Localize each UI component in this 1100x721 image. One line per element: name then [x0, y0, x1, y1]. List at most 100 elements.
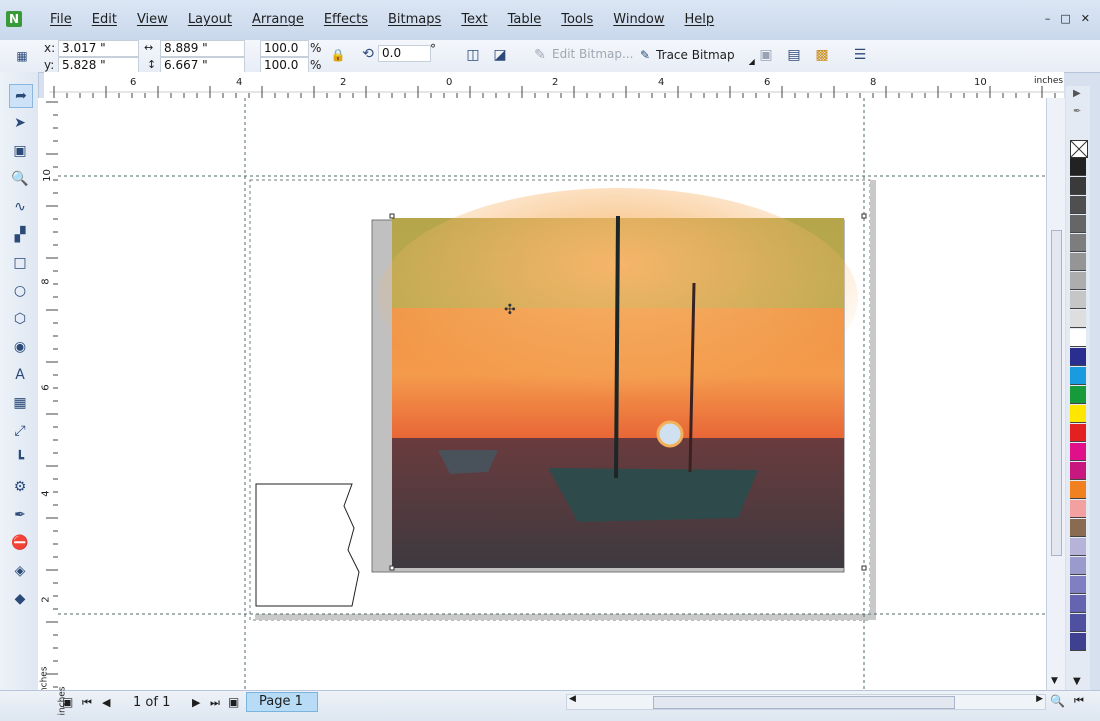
color-swatch[interactable]: [1070, 253, 1086, 271]
color-swatch[interactable]: [1070, 158, 1086, 176]
blend-tool-icon[interactable]: ⚙: [9, 476, 31, 498]
menu-tools[interactable]: Tools: [551, 12, 603, 27]
scroll-thumb[interactable]: [1051, 230, 1062, 556]
restore-icon[interactable]: □: [1060, 12, 1070, 25]
freehand-tool-icon[interactable]: ∿: [9, 196, 31, 218]
last-page-icon[interactable]: ⏭: [210, 696, 220, 710]
interactive-fill-icon[interactable]: ◆: [9, 588, 31, 610]
rotation-field[interactable]: 0.0: [378, 45, 431, 62]
color-swatch[interactable]: [1070, 196, 1086, 214]
color-swatch[interactable]: [1070, 538, 1086, 556]
trace-bitmap-button[interactable]: ✎ Trace Bitmap ◢: [640, 46, 755, 66]
color-swatch[interactable]: [1070, 272, 1086, 290]
text-tool-icon[interactable]: A: [9, 364, 31, 386]
color-swatch[interactable]: [1070, 424, 1086, 442]
crop-bitmap-icon[interactable]: ▣: [756, 45, 776, 65]
table-tool-icon[interactable]: ▦: [9, 392, 31, 414]
color-swatch[interactable]: [1070, 310, 1086, 328]
menu-window[interactable]: Window: [603, 12, 674, 27]
color-swatch[interactable]: [1070, 481, 1086, 499]
menu-effects[interactable]: Effects: [314, 12, 378, 27]
zoom-icon[interactable]: 🔍: [1050, 694, 1065, 708]
torn-paper-shape[interactable]: [255, 483, 360, 607]
mirror-horizontal-icon[interactable]: ◫: [463, 45, 483, 65]
scroll-right-icon[interactable]: ▶: [1036, 694, 1043, 704]
menu-arrange[interactable]: Arrange: [242, 12, 314, 27]
color-swatch[interactable]: [1070, 386, 1086, 404]
bitmap-color-mask-icon[interactable]: ▩: [812, 45, 832, 65]
object-origin-icon[interactable]: ▦: [12, 46, 32, 66]
chevron-down-icon[interactable]: ◢: [749, 57, 755, 66]
menu-help[interactable]: Help: [675, 12, 725, 27]
width-field[interactable]: 8.889 ": [160, 40, 245, 57]
scale-x-field[interactable]: 100.0: [260, 40, 309, 57]
x-position-field[interactable]: 3.017 ": [58, 40, 139, 57]
scroll-left-icon[interactable]: ◀: [569, 694, 576, 704]
menu-bitmaps[interactable]: Bitmaps: [378, 12, 451, 27]
menu-text[interactable]: Text: [451, 12, 497, 27]
page-tab[interactable]: Page 1: [246, 692, 318, 712]
color-swatch[interactable]: [1070, 215, 1086, 233]
color-swatch[interactable]: [1070, 234, 1086, 252]
color-swatch[interactable]: [1070, 614, 1086, 632]
scroll-down-icon[interactable]: ▼: [1051, 676, 1058, 686]
palette-scroll-down-icon[interactable]: ▼: [1073, 676, 1081, 687]
color-swatch[interactable]: [1070, 557, 1086, 575]
color-swatch[interactable]: [1070, 329, 1086, 347]
connector-tool-icon[interactable]: ┗: [9, 448, 31, 470]
add-page-before-icon[interactable]: ▣: [62, 695, 73, 709]
color-swatch[interactable]: [1070, 576, 1086, 594]
color-swatch[interactable]: [1070, 405, 1086, 423]
dimension-tool-icon[interactable]: ⤢: [9, 420, 31, 442]
ellipse-tool-icon[interactable]: ○: [9, 280, 31, 302]
no-color-swatch[interactable]: [1070, 140, 1088, 158]
polygon-tool-icon[interactable]: ⬡: [9, 308, 31, 330]
color-swatch[interactable]: [1070, 348, 1086, 366]
horizontal-scrollbar[interactable]: ◀ ▶: [566, 694, 1046, 710]
fill-tool-icon[interactable]: ◈: [9, 560, 31, 582]
zoom-tool-icon[interactable]: 🔍: [9, 168, 31, 190]
navigator-icon[interactable]: ⏮: [1074, 694, 1084, 708]
close-icon[interactable]: ✕: [1081, 12, 1090, 25]
menu-edit[interactable]: Edit: [82, 12, 127, 27]
ruler-h-tick-label: 8: [870, 77, 877, 88]
resample-icon[interactable]: ▤: [784, 45, 804, 65]
menu-table[interactable]: Table: [498, 12, 552, 27]
edit-bitmap-button[interactable]: Edit Bitmap...: [552, 47, 633, 61]
outline-pen-icon[interactable]: ⛔: [9, 532, 31, 554]
scroll-thumb[interactable]: [653, 696, 955, 709]
palette-scroll-up-icon[interactable]: ▶: [1073, 88, 1081, 99]
lock-ratio-icon[interactable]: 🔒: [328, 45, 348, 65]
rectangle-tool-icon[interactable]: □: [9, 252, 31, 274]
pick-tool-icon[interactable]: ➦: [9, 84, 33, 108]
smart-fill-icon[interactable]: ▞: [9, 224, 31, 246]
sailboat-bitmap[interactable]: [378, 188, 858, 568]
mirror-vertical-icon[interactable]: ◪: [490, 45, 510, 65]
eyedropper-tool-icon[interactable]: ✒: [9, 504, 31, 526]
eyedropper-icon[interactable]: ✒: [1073, 106, 1081, 117]
menu-layout[interactable]: Layout: [178, 12, 242, 27]
next-page-icon[interactable]: ▶: [192, 696, 200, 709]
drawing-canvas[interactable]: ✣: [58, 98, 1046, 690]
color-swatch[interactable]: [1070, 443, 1086, 461]
color-swatch[interactable]: [1070, 595, 1086, 613]
app-logo-icon[interactable]: N: [6, 11, 22, 27]
add-page-after-icon[interactable]: ▣: [228, 695, 239, 709]
first-page-icon[interactable]: ⏮: [82, 696, 92, 710]
color-swatch[interactable]: [1070, 291, 1086, 309]
color-swatch[interactable]: [1070, 462, 1086, 480]
color-swatch[interactable]: [1070, 177, 1086, 195]
wrap-text-icon[interactable]: ☰: [850, 45, 870, 65]
color-swatch[interactable]: [1070, 519, 1086, 537]
crop-tool-icon[interactable]: ▣: [9, 140, 31, 162]
color-swatch[interactable]: [1070, 633, 1086, 651]
vertical-scrollbar[interactable]: ▼: [1046, 98, 1065, 690]
menu-file[interactable]: File: [40, 12, 82, 27]
basic-shapes-icon[interactable]: ◉: [9, 336, 31, 358]
previous-page-icon[interactable]: ◀: [102, 696, 110, 709]
minimize-icon[interactable]: –: [1045, 12, 1051, 25]
color-swatch[interactable]: [1070, 500, 1086, 518]
shape-tool-icon[interactable]: ➤: [9, 112, 31, 134]
color-swatch[interactable]: [1070, 367, 1086, 385]
menu-view[interactable]: View: [127, 12, 178, 27]
